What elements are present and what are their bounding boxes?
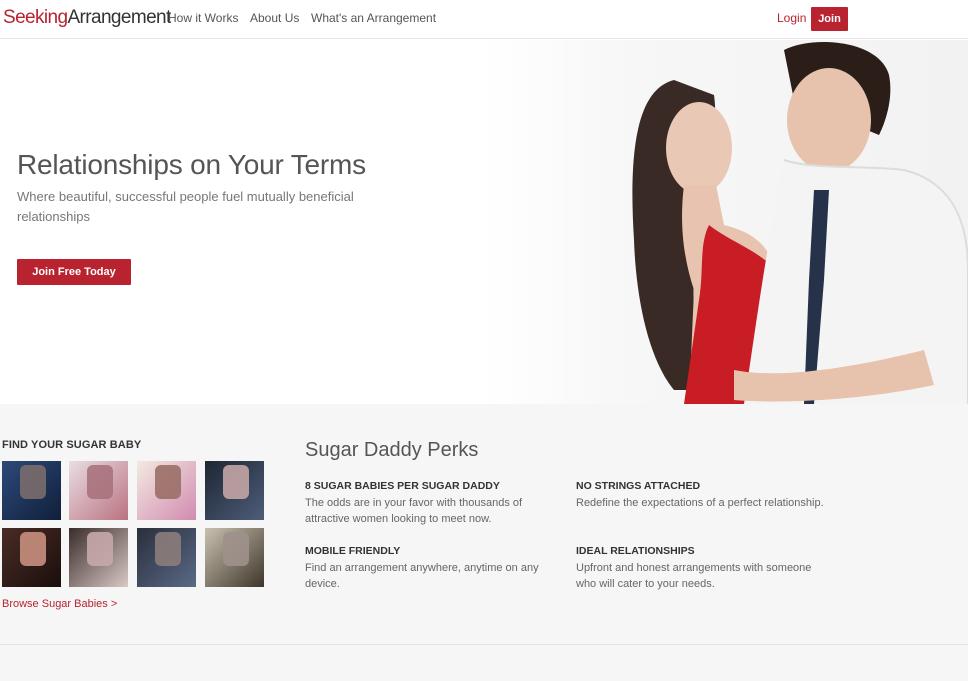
profile-thumbnail[interactable] bbox=[137, 461, 196, 520]
perk-item: 8 SUGAR BABIES PER SUGAR DADDY The odds … bbox=[305, 479, 555, 527]
browse-sugar-babies-link[interactable]: Browse Sugar Babies > bbox=[2, 598, 117, 610]
perk-text: Upfront and honest arrangements with som… bbox=[576, 562, 812, 590]
find-sugar-baby-heading: FIND YOUR SUGAR BABY bbox=[2, 439, 142, 451]
profile-thumbnail[interactable] bbox=[137, 528, 196, 587]
nav-how-it-works[interactable]: How it Works bbox=[168, 11, 238, 25]
profile-thumbnail[interactable] bbox=[69, 528, 128, 587]
perk-item: MOBILE FRIENDLY Find an arrangement anyw… bbox=[305, 544, 555, 592]
perk-text: The odds are in your favor with thousand… bbox=[305, 497, 523, 525]
profile-thumbnail[interactable] bbox=[69, 461, 128, 520]
nav-about-us[interactable]: About Us bbox=[250, 11, 299, 25]
profile-thumbnail[interactable] bbox=[2, 461, 61, 520]
perk-item: IDEAL RELATIONSHIPS Upfront and honest a… bbox=[576, 544, 826, 592]
section-divider bbox=[0, 644, 968, 645]
hero-section: Relationships on Your Terms Where beauti… bbox=[0, 40, 968, 404]
perk-heading: IDEAL RELATIONSHIPS bbox=[576, 545, 695, 557]
hero-couple-photo bbox=[484, 40, 968, 404]
couple-illustration bbox=[632, 42, 968, 404]
login-link[interactable]: Login bbox=[777, 11, 806, 25]
perks-title: Sugar Daddy Perks bbox=[305, 439, 479, 461]
perk-text: Find an arrangement anywhere, anytime on… bbox=[305, 562, 539, 590]
join-free-button[interactable]: Join Free Today bbox=[17, 259, 131, 285]
perk-item: NO STRINGS ATTACHED Redefine the expecta… bbox=[576, 479, 826, 511]
logo-arrangement: Arrangement bbox=[67, 7, 171, 28]
hero-title: Relationships on Your Terms bbox=[17, 149, 366, 180]
profile-thumbnail[interactable] bbox=[2, 528, 61, 587]
hero-subtitle: Where beautiful, successful people fuel … bbox=[17, 189, 354, 224]
lower-section: FIND YOUR SUGAR BABY Browse Sugar Babies… bbox=[0, 404, 968, 681]
top-navbar: SeekingArrangement How it Works About Us… bbox=[0, 0, 968, 39]
site-logo[interactable]: SeekingArrangement bbox=[3, 7, 171, 29]
profile-thumbnail[interactable] bbox=[205, 528, 264, 587]
perk-heading: NO STRINGS ATTACHED bbox=[576, 480, 701, 492]
join-button[interactable]: Join bbox=[811, 7, 848, 31]
perk-text: Redefine the expectations of a perfect r… bbox=[576, 497, 824, 509]
nav-whats-an-arrangement[interactable]: What's an Arrangement bbox=[311, 11, 436, 25]
perk-heading: MOBILE FRIENDLY bbox=[305, 545, 401, 557]
logo-seeking: Seeking bbox=[3, 7, 68, 28]
profile-thumbnail[interactable] bbox=[205, 461, 264, 520]
perk-heading: 8 SUGAR BABIES PER SUGAR DADDY bbox=[305, 480, 500, 492]
